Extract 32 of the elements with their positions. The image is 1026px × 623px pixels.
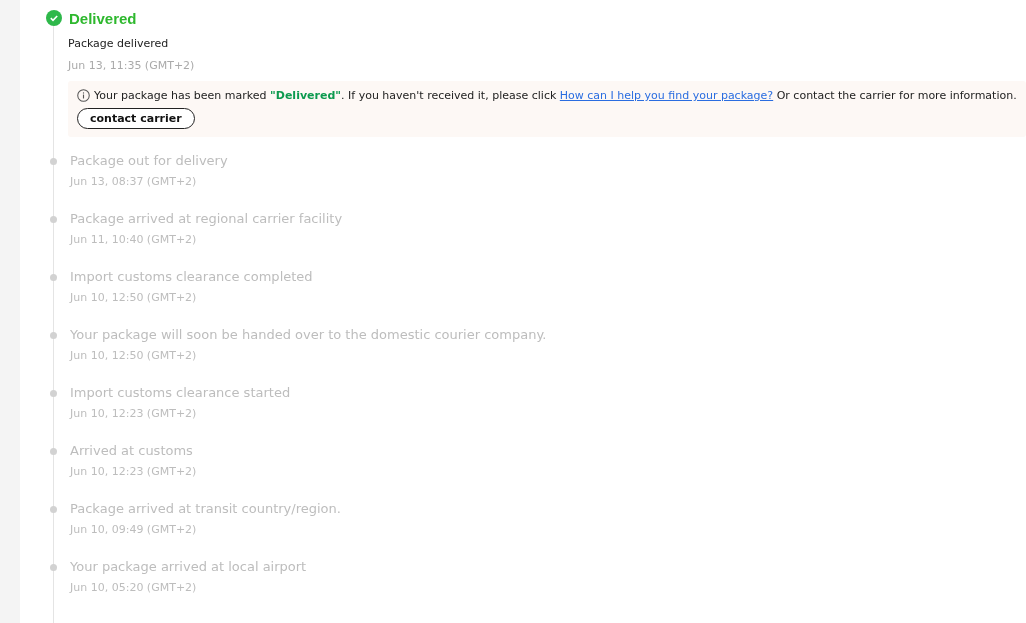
event-time: Jun 13, 08:37 (GMT+2) — [70, 175, 198, 188]
event-time: Jun 10, 12:23 (GMT+2) — [70, 465, 197, 478]
event-title: Your package will soon be handed over to the domestic courier company. — [70, 327, 547, 342]
event-time: Jun 10, 12:50 (GMT+2) — [70, 349, 198, 362]
timeline-dot — [50, 448, 57, 455]
event-title: Package out for delivery — [70, 153, 228, 168]
event-title: Package delivered — [68, 37, 170, 50]
status-title: Delivered — [69, 9, 137, 27]
event-time: Jun 13, 11:35 (GMT+2) — [68, 59, 196, 72]
event-time: Jun 10, 12:50 (GMT+2) — [70, 291, 198, 304]
event-title: Package arrived at regional carrier facility — [70, 211, 343, 226]
timeline-dot — [50, 506, 57, 513]
event-title: Import customs clearance completed — [70, 269, 313, 284]
info-icon — [77, 89, 90, 102]
timeline-dot — [50, 274, 57, 281]
event-title: Import customs clearance started — [70, 385, 291, 400]
event-title: Your package arrived at local airport — [70, 559, 307, 574]
event-title: Package arrived at transit country/region. — [70, 501, 341, 516]
timeline-dot — [50, 216, 57, 223]
event-time: Jun 10, 09:49 (GMT+2) — [70, 523, 198, 536]
event-time: Jun 10, 05:20 (GMT+2) — [70, 581, 198, 594]
event-time: Jun 10, 12:23 (GMT+2) — [70, 407, 198, 420]
notice-text: Your package has been marked "Delivered". If you haven't received it, please click How can I help you find your package? Or contact the carrier for more information. — [94, 89, 1017, 102]
timeline-dot — [50, 390, 57, 397]
timeline-dot — [50, 332, 57, 339]
timeline-dot — [50, 564, 57, 571]
contact-carrier-button[interactable]: contact carrier — [77, 108, 195, 129]
event-title: Arrived at customs — [70, 443, 194, 458]
timeline-dot — [50, 158, 57, 165]
event-time: Jun 11, 10:40 (GMT+2) — [70, 233, 198, 246]
check-circle-icon — [46, 10, 62, 26]
help-link[interactable]: How can I help you find your package? — [559, 89, 774, 102]
